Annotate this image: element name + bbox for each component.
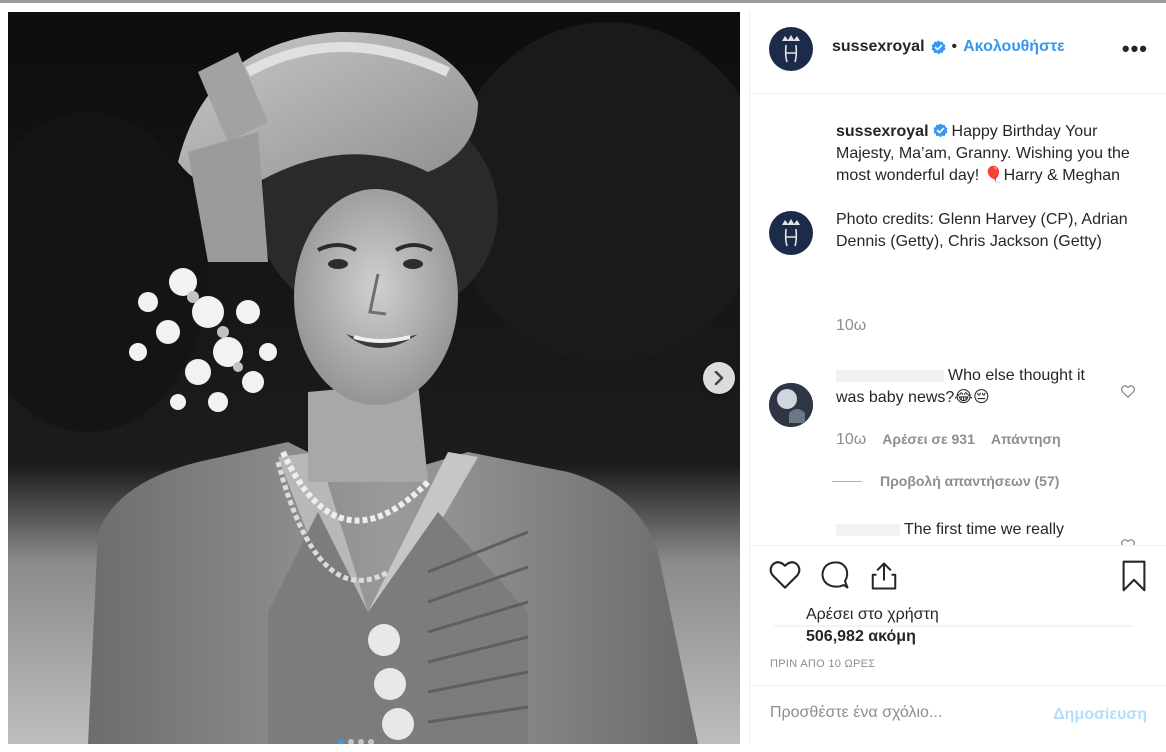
post-timestamp[interactable]: ΠΡΙΝ ΑΠΟ 10 ΩΡΕΣ — [770, 658, 875, 670]
caption-signoff: Harry & Meghan — [1003, 167, 1121, 184]
likes-line: Αρέσει στο χρήστη — [806, 606, 939, 623]
monogram-logo-icon — [782, 219, 800, 247]
comment-likes[interactable]: Αρέσει σε 931 — [882, 431, 975, 447]
caption-credits: Photo credits: Glenn Harvey (CP), Adrian… — [836, 211, 1128, 250]
window-top-border — [0, 0, 1166, 3]
hidden-username — [836, 523, 900, 536]
carousel-indicator — [338, 739, 374, 744]
header-line: sussexroyal • Ακολουθήστε — [832, 38, 1065, 56]
likes-count[interactable]: 506,982 ακόμη — [806, 626, 939, 648]
comment-text: Who else thought it was baby news?😂😔 — [836, 367, 1085, 406]
post-photo[interactable] — [8, 12, 740, 744]
verified-icon — [931, 39, 946, 55]
caption-username[interactable]: sussexroyal — [836, 123, 929, 140]
view-replies-button[interactable]: Προβολή απαντήσεων (57) — [832, 473, 1059, 489]
comment-meta: 10ω Αρέσει σε 931 Απάντηση — [836, 431, 1061, 449]
post-comment-button[interactable]: Δημοσίευση — [1053, 706, 1147, 724]
comment-icon[interactable] — [819, 560, 851, 590]
verified-icon — [933, 123, 948, 138]
username-link[interactable]: sussexroyal — [832, 38, 925, 56]
carousel-dot — [358, 739, 364, 744]
comment-input[interactable] — [770, 704, 1040, 722]
post-header: sussexroyal • Ακολουθήστε ••• — [750, 12, 1166, 94]
share-icon[interactable] — [869, 560, 899, 592]
next-slide-button[interactable] — [703, 362, 735, 394]
avatar[interactable] — [769, 383, 813, 427]
view-replies-label: Προβολή απαντήσεων (57) — [880, 473, 1060, 489]
likes-avatars-strip — [774, 625, 1134, 627]
comment-time[interactable]: 10ω — [836, 431, 866, 449]
hidden-username — [836, 369, 944, 382]
avatar[interactable] — [769, 211, 813, 255]
balloon-emoji: 🎈 — [983, 167, 1004, 184]
divider — [832, 480, 862, 482]
carousel-dot — [368, 739, 374, 744]
post-caption: sussexroyal Happy Birthday Your Majesty,… — [836, 121, 1141, 275]
bookmark-icon[interactable] — [1121, 560, 1147, 592]
post-actions: Αρέσει στο χρήστη 506,982 ακόμη ΠΡΙΝ ΑΠΟ… — [750, 545, 1166, 685]
post-sidebar: sussexroyal • Ακολουθήστε ••• sussexroya… — [749, 12, 1166, 744]
photo-image — [8, 12, 740, 744]
commenter-avatar-image — [769, 383, 813, 427]
reply-button[interactable]: Απάντηση — [991, 431, 1061, 447]
header-separator: • — [951, 38, 958, 55]
follow-button[interactable]: Ακολουθήστε — [963, 38, 1065, 56]
carousel-dot — [338, 739, 344, 744]
chevron-right-icon — [714, 371, 724, 385]
heart-icon[interactable] — [1121, 385, 1135, 398]
more-icon[interactable]: ••• — [1122, 36, 1148, 62]
caption-time[interactable]: 10ω — [836, 317, 866, 335]
laughing-emoji: 😂😔 — [954, 389, 990, 406]
comments-list[interactable]: sussexroyal Happy Birthday Your Majesty,… — [750, 95, 1166, 545]
avatar[interactable] — [769, 27, 813, 71]
heart-icon[interactable] — [769, 560, 801, 590]
monogram-logo-icon — [782, 35, 800, 63]
add-comment-bar: Δημοσίευση — [750, 685, 1166, 744]
carousel-dot — [348, 739, 354, 744]
comment-text: The first time we really — [836, 519, 1116, 541]
